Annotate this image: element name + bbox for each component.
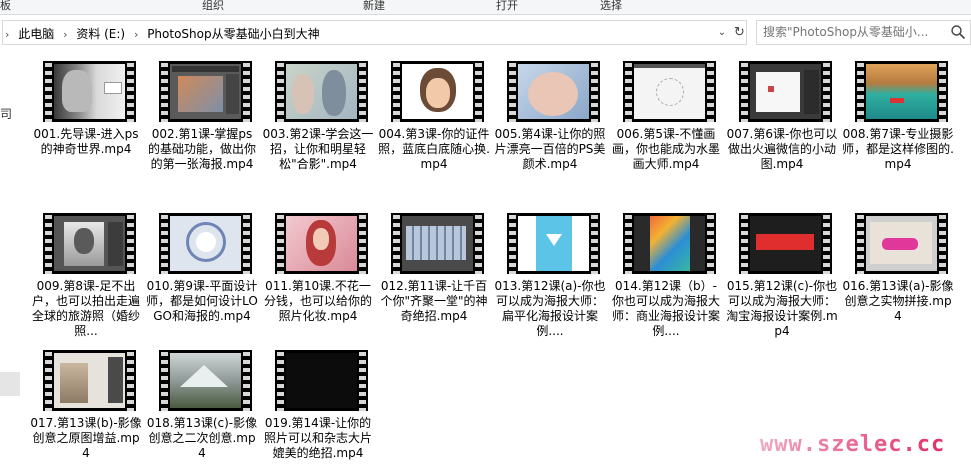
breadcrumb-current-folder[interactable]: PhotoShop从零基础小白到大神 bbox=[144, 25, 322, 42]
file-item[interactable]: 009.第8课-足不出户，也可以拍出走遍全球的旅游照（婚纱照... bbox=[30, 199, 142, 338]
ribbon-label-open[interactable]: 打开 bbox=[496, 0, 518, 13]
file-name: 012.第11课-让千百个你"齐聚一堂"的神奇绝招.mp4 bbox=[380, 279, 488, 323]
breadcrumb: › 此电脑 › 资料 (E:) › PhotoShop从零基础小白到大神 bbox=[3, 25, 323, 42]
video-thumbnail bbox=[159, 61, 252, 122]
navigation-pane: 司 bbox=[0, 47, 20, 476]
video-thumbnail bbox=[275, 213, 368, 274]
file-item[interactable]: 008.第7课-专业摄影师，都是这样修图的.mp4 bbox=[842, 47, 954, 183]
refresh-icon[interactable]: ↻ bbox=[731, 21, 748, 44]
file-item[interactable]: 016.第13课(a)-影像创意之实物拼接.mp4 bbox=[842, 199, 954, 335]
video-thumbnail bbox=[855, 213, 948, 274]
file-grid: 001.先导课-进入ps的神奇世界.mp4 002.第1课-掌握ps的基础功能，… bbox=[20, 47, 971, 476]
file-name: 009.第8课-足不出户，也可以拍出走遍全球的旅游照（婚纱照... bbox=[31, 279, 140, 338]
file-item[interactable]: 014.第12课（b）-你也可以成为海报大师：商业海报设计案例.... bbox=[610, 199, 722, 338]
search-icon[interactable] bbox=[950, 24, 966, 40]
video-thumbnail bbox=[507, 61, 600, 122]
file-name: 019.第14课-让你的照片可以和杂志大片媲美的绝招.mp4 bbox=[263, 416, 372, 460]
file-name: 008.第7课-专业摄影师，都是这样修图的.mp4 bbox=[842, 127, 954, 171]
file-name: 016.第13课(a)-影像创意之实物拼接.mp4 bbox=[842, 279, 954, 323]
video-thumbnail bbox=[159, 350, 252, 411]
file-name: 018.第13课(c)-影像创意之二次创意.mp4 bbox=[146, 416, 258, 460]
file-name: 002.第1课-掌握ps的基础功能，做出你的第一张海报.mp4 bbox=[147, 127, 256, 171]
breadcrumb-chevron-icon[interactable]: › bbox=[132, 28, 140, 41]
video-thumbnail bbox=[739, 61, 832, 122]
ribbon-label-new[interactable]: 新建 bbox=[363, 0, 385, 13]
ribbon-label-organize[interactable]: 组织 bbox=[202, 0, 224, 13]
nav-item-fragment[interactable]: 司 bbox=[0, 105, 12, 122]
file-name: 007.第6课-你也可以做出火遍微信的小动图.mp4 bbox=[726, 127, 838, 171]
breadcrumb-this-pc[interactable]: 此电脑 bbox=[15, 25, 57, 42]
file-name: 011.第10课.不花一分钱，也可以给你的照片化妆.mp4 bbox=[263, 279, 372, 323]
video-thumbnail bbox=[43, 61, 136, 122]
video-thumbnail bbox=[739, 213, 832, 274]
video-thumbnail bbox=[391, 61, 484, 122]
file-item[interactable]: 019.第14课-让你的照片可以和杂志大片媲美的绝招.mp4 bbox=[262, 336, 374, 472]
file-name: 010.第9课-平面设计师，都是如何设计LOGO和海报的.mp4 bbox=[146, 279, 258, 323]
file-name: 013.第12课(a)-你也可以成为海报大师：扁平化海报设计案例.... bbox=[494, 279, 606, 338]
file-item[interactable]: 013.第12课(a)-你也可以成为海报大师：扁平化海报设计案例.... bbox=[494, 199, 606, 338]
video-thumbnail bbox=[275, 61, 368, 122]
file-item[interactable]: 010.第9课-平面设计师，都是如何设计LOGO和海报的.mp4 bbox=[146, 199, 258, 335]
video-thumbnail bbox=[623, 61, 716, 122]
file-item[interactable]: 011.第10课.不花一分钱，也可以给你的照片化妆.mp4 bbox=[262, 199, 374, 335]
search-input[interactable] bbox=[763, 24, 943, 40]
file-item[interactable]: 012.第11课-让千百个你"齐聚一堂"的神奇绝招.mp4 bbox=[378, 199, 490, 335]
file-item[interactable]: 006.第5课-不懂画画，你也能成为水墨画大师.mp4 bbox=[610, 47, 722, 183]
video-thumbnail bbox=[275, 350, 368, 411]
ribbon-label-0[interactable]: 板 bbox=[0, 0, 11, 13]
file-name: 001.先导课-进入ps的神奇世界.mp4 bbox=[33, 127, 139, 156]
file-item[interactable]: 005.第4课-让你的照片漂亮一百倍的PS美颜术.mp4 bbox=[494, 47, 606, 183]
breadcrumb-chevron-icon[interactable]: › bbox=[3, 28, 11, 41]
file-item[interactable]: 015.第12课(c)-你也可以成为海报大师：淘宝海报设计案例.mp4 bbox=[726, 199, 838, 338]
video-thumbnail bbox=[43, 350, 136, 411]
file-name: 014.第12课（b）-你也可以成为海报大师：商业海报设计案例.... bbox=[611, 279, 720, 338]
file-item[interactable]: 003.第2课-学会这一招，让你和明星轻松"合影".mp4 bbox=[262, 47, 374, 183]
address-bar: › 此电脑 › 资料 (E:) › PhotoShop从零基础小白到大神 ⌄ ↻ bbox=[0, 20, 971, 45]
file-item[interactable]: 007.第6课-你也可以做出火遍微信的小动图.mp4 bbox=[726, 47, 838, 183]
file-name: 006.第5课-不懂画画，你也能成为水墨画大师.mp4 bbox=[611, 127, 720, 171]
file-item[interactable]: 002.第1课-掌握ps的基础功能，做出你的第一张海报.mp4 bbox=[146, 47, 258, 183]
ribbon-tabs: 板 组织 新建 打开 选择 bbox=[0, 0, 971, 15]
video-thumbnail bbox=[391, 213, 484, 274]
watermark-text: www.szelec.cc bbox=[760, 432, 960, 457]
nav-selected-item[interactable] bbox=[0, 372, 20, 396]
file-item[interactable]: 018.第13课(c)-影像创意之二次创意.mp4 bbox=[146, 336, 258, 472]
chevron-down-icon[interactable]: ⌄ bbox=[714, 21, 730, 44]
video-thumbnail bbox=[507, 213, 600, 274]
file-name: 017.第13课(b)-影像创意之原图增益.mp4 bbox=[30, 416, 142, 460]
search-box[interactable] bbox=[756, 20, 971, 45]
file-item[interactable]: 001.先导课-进入ps的神奇世界.mp4 bbox=[30, 47, 142, 183]
video-thumbnail bbox=[855, 61, 948, 122]
file-name: 005.第4课-让你的照片漂亮一百倍的PS美颜术.mp4 bbox=[494, 127, 606, 171]
file-item[interactable]: 004.第3课-你的证件照，蓝底白底随心换.mp4 bbox=[378, 47, 490, 183]
video-thumbnail bbox=[623, 213, 716, 274]
breadcrumb-chevron-icon[interactable]: › bbox=[61, 28, 69, 41]
ribbon-label-select[interactable]: 选择 bbox=[600, 0, 622, 13]
file-item[interactable]: 017.第13课(b)-影像创意之原图增益.mp4 bbox=[30, 336, 142, 472]
address-box[interactable]: › 此电脑 › 资料 (E:) › PhotoShop从零基础小白到大神 ⌄ ↻ bbox=[2, 20, 747, 45]
video-thumbnail bbox=[159, 213, 252, 274]
file-name: 015.第12课(c)-你也可以成为海报大师：淘宝海报设计案例.mp4 bbox=[726, 279, 838, 338]
file-name: 003.第2课-学会这一招，让你和明星轻松"合影".mp4 bbox=[262, 127, 374, 171]
video-thumbnail bbox=[43, 213, 136, 274]
breadcrumb-drive-e[interactable]: 资料 (E:) bbox=[73, 25, 128, 42]
file-name: 004.第3课-你的证件照，蓝底白底随心换.mp4 bbox=[378, 127, 490, 171]
